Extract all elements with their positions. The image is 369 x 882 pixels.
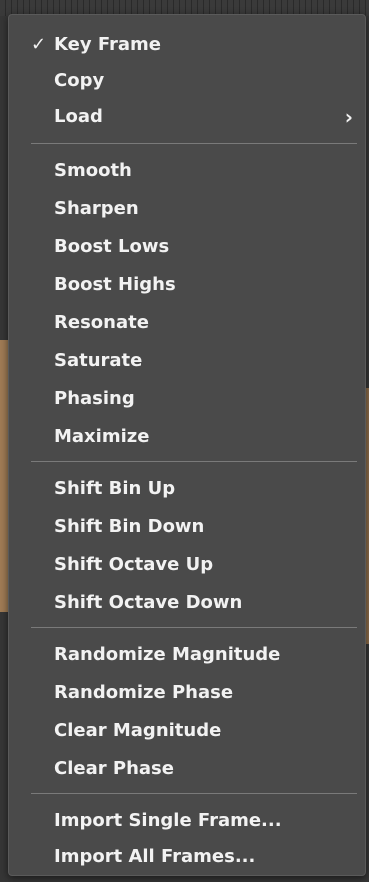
menu-item-label: Import All Frames... [54, 846, 256, 867]
menu-item-boost-lows[interactable]: Boost Lows [9, 229, 365, 265]
menu-item-shift-octave-up[interactable]: Shift Octave Up [9, 547, 365, 583]
menu-item-shift-bin-up[interactable]: Shift Bin Up [9, 471, 365, 507]
menu-item-maximize[interactable]: Maximize [9, 419, 365, 455]
checkmark-icon: ✓ [31, 34, 47, 55]
menu-item-label: Randomize Phase [54, 682, 234, 703]
menu-item-load[interactable]: Load › [9, 99, 365, 135]
menu-item-label: Shift Octave Down [54, 592, 243, 613]
menu-item-label: Shift Bin Up [54, 478, 176, 499]
menu-item-phasing[interactable]: Phasing [9, 381, 365, 417]
menu-item-randomize-magnitude[interactable]: Randomize Magnitude [9, 637, 365, 673]
chevron-right-icon: › [344, 105, 353, 129]
menu-item-import-all-frames[interactable]: Import All Frames... [9, 839, 365, 875]
menu-item-label: Smooth [54, 160, 132, 181]
menu-item-label: Load [54, 106, 103, 127]
menu-item-label: Boost Lows [54, 236, 170, 257]
menu-item-label: Clear Magnitude [54, 720, 222, 741]
menu-item-import-single-frame[interactable]: Import Single Frame... [9, 803, 365, 839]
screen: ✓ Key Frame Copy Load › Smooth Sharpen B… [0, 0, 369, 882]
menu-item-smooth[interactable]: Smooth [9, 153, 365, 189]
menu-item-sharpen[interactable]: Sharpen [9, 191, 365, 227]
menu-item-clear-magnitude[interactable]: Clear Magnitude [9, 713, 365, 749]
menu-item-label: Saturate [54, 350, 143, 371]
menu-item-boost-highs[interactable]: Boost Highs [9, 267, 365, 303]
menu-item-label: Shift Bin Down [54, 516, 205, 537]
context-menu: ✓ Key Frame Copy Load › Smooth Sharpen B… [8, 14, 366, 876]
menu-item-label: Sharpen [54, 198, 139, 219]
menu-item-label: Resonate [54, 312, 149, 333]
menu-item-clear-phase[interactable]: Clear Phase [9, 751, 365, 787]
menu-item-label: Copy [54, 70, 105, 91]
menu-item-shift-octave-down[interactable]: Shift Octave Down [9, 585, 365, 621]
menu-item-label: Clear Phase [54, 758, 174, 779]
menu-separator [31, 793, 357, 794]
menu-item-label: Boost Highs [54, 274, 176, 295]
menu-item-saturate[interactable]: Saturate [9, 343, 365, 379]
menu-separator [31, 143, 357, 144]
menu-item-label: Phasing [54, 388, 135, 409]
menu-item-resonate[interactable]: Resonate [9, 305, 365, 341]
menu-item-key-frame[interactable]: ✓ Key Frame [9, 27, 365, 63]
menu-separator [31, 461, 357, 462]
menu-item-label: Key Frame [54, 34, 161, 55]
menu-item-label: Maximize [54, 426, 150, 447]
menu-item-copy[interactable]: Copy [9, 63, 365, 99]
menu-item-label: Import Single Frame... [54, 810, 282, 831]
menu-item-randomize-phase[interactable]: Randomize Phase [9, 675, 365, 711]
menu-item-label: Randomize Magnitude [54, 644, 281, 665]
menu-separator [31, 627, 357, 628]
menu-item-shift-bin-down[interactable]: Shift Bin Down [9, 509, 365, 545]
menu-item-label: Shift Octave Up [54, 554, 214, 575]
